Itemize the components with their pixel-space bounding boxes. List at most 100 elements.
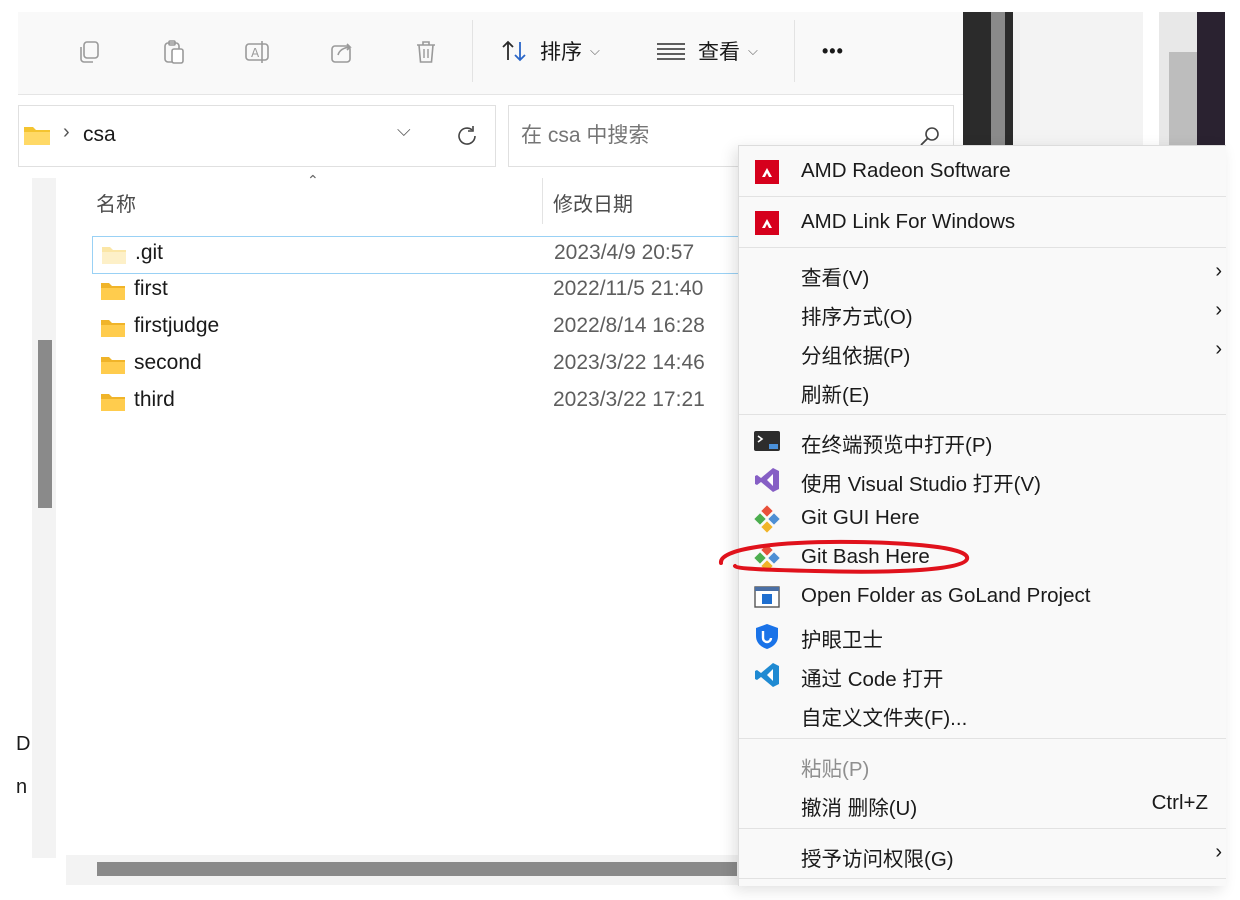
file-row-second[interactable]: second 2023/3/22 14:46 (92, 347, 742, 383)
file-row-firstjudge[interactable]: firstjudge 2022/8/14 16:28 (92, 310, 742, 346)
breadcrumb-separator: › (63, 121, 70, 143)
folder-icon (101, 357, 125, 374)
menu-item-label: Open Folder as GoLand Project (801, 584, 1091, 607)
sort-label: 排序 (540, 41, 582, 64)
menu-item-label: 粘贴(P) (801, 758, 870, 781)
nav-fragment-text: n (16, 776, 28, 798)
visual-studio-icon (755, 468, 779, 492)
menu-item-open-goland[interactable]: Open Folder as GoLand Project (739, 577, 1226, 615)
chevron-down-icon: ⌵ (590, 43, 600, 58)
file-date: 2022/8/14 16:28 (553, 314, 705, 337)
amd-icon (755, 160, 779, 184)
chevron-right-icon: › (1215, 338, 1222, 360)
file-name: third (134, 388, 175, 411)
menu-item-label: 排序方式(O) (801, 306, 913, 329)
amd-icon (755, 211, 779, 235)
chevron-right-icon: › (1215, 260, 1222, 282)
view-button[interactable]: 查看 ⌵ (656, 34, 758, 68)
menu-item-undo-delete[interactable]: 撤消 删除(U) Ctrl+Z (739, 784, 1226, 822)
copy-icon[interactable] (70, 32, 110, 72)
menu-item-refresh[interactable]: 刷新(E) (739, 371, 1226, 409)
chevron-right-icon: › (1215, 841, 1222, 863)
shield-icon (756, 624, 778, 649)
menu-item-shortcut: Ctrl+Z (1151, 791, 1208, 814)
menu-item-label: Git GUI Here (801, 506, 920, 529)
navigation-pane (32, 178, 56, 858)
folder-icon (101, 320, 125, 337)
folder-icon (101, 394, 125, 411)
chevron-down-icon[interactable]: ⌵ (397, 120, 411, 141)
menu-item-label: 撤消 删除(U) (801, 797, 918, 820)
chevron-down-icon: ⌵ (748, 43, 758, 58)
share-icon[interactable] (322, 32, 362, 72)
command-bar: A 排序 ⌵ 查看 ⌵ ••• (18, 12, 963, 95)
file-date: 2023/3/22 17:21 (553, 388, 705, 411)
file-row-git[interactable]: .git 2023/4/9 20:57 (92, 236, 744, 274)
nav-fragment-text: D (16, 733, 31, 755)
folder-icon (24, 127, 50, 145)
menu-item-label: 刷新(E) (801, 384, 870, 407)
menu-item-eye-guard[interactable]: 护眼卫士 (739, 616, 1226, 654)
paste-icon[interactable] (154, 32, 194, 72)
context-menu: AMD Radeon Software AMD Link For Windows… (738, 145, 1226, 886)
file-name: .git (135, 241, 164, 264)
menu-item-open-with-code[interactable]: 通过 Code 打开 (739, 655, 1226, 693)
more-label: ••• (822, 40, 844, 61)
menu-item-git-bash[interactable]: Git Bash Here (739, 538, 1226, 576)
file-name: second (134, 351, 202, 374)
file-date: 2023/3/22 14:46 (553, 351, 705, 374)
menu-item-sort-by[interactable]: 排序方式(O) › (739, 293, 1226, 331)
vscode-icon (755, 663, 779, 687)
menu-item-git-gui[interactable]: Git GUI Here (739, 499, 1226, 537)
delete-icon[interactable] (406, 32, 446, 72)
sort-button[interactable]: 排序 ⌵ (500, 34, 600, 68)
menu-item-label: 查看(V) (801, 267, 870, 290)
menu-item-amd-radeon-software[interactable]: AMD Radeon Software (739, 152, 1226, 190)
menu-item-label: 在终端预览中打开(P) (801, 434, 993, 457)
menu-item-label: 护眼卫士 (801, 629, 883, 652)
goland-icon (754, 586, 780, 608)
rename-icon[interactable]: A (238, 32, 278, 72)
menu-item-label: 通过 Code 打开 (801, 668, 944, 691)
menu-item-label: AMD Radeon Software (801, 159, 1011, 182)
sort-icon (502, 40, 526, 62)
git-icon (754, 544, 780, 572)
file-date: 2023/4/9 20:57 (554, 241, 695, 264)
column-header-modified[interactable]: 修改日期 (553, 188, 633, 217)
file-row-third[interactable]: third 2023/3/22 17:21 (92, 384, 742, 420)
menu-item-customize-folder[interactable]: 自定义文件夹(F)... (739, 694, 1226, 732)
menu-item-label: 使用 Visual Studio 打开(V) (801, 473, 1042, 496)
menu-item-view[interactable]: 查看(V) › (739, 254, 1226, 292)
file-date: 2022/11/5 21:40 (553, 277, 704, 300)
menu-item-label: AMD Link For Windows (801, 210, 1016, 233)
navigation-scrollbar-thumb[interactable] (38, 340, 52, 508)
menu-item-label: 分组依据(P) (801, 345, 911, 368)
file-name: first (134, 277, 168, 300)
view-icon (657, 43, 685, 60)
menu-item-group-by[interactable]: 分组依据(P) › (739, 332, 1226, 370)
folder-icon (101, 283, 125, 300)
column-header-name[interactable]: 名称 (96, 188, 136, 217)
refresh-icon[interactable] (455, 124, 479, 148)
breadcrumb-item-csa[interactable]: csa (83, 123, 116, 147)
git-icon (754, 505, 780, 533)
chevron-right-icon: › (1215, 299, 1222, 321)
menu-item-open-visual-studio[interactable]: 使用 Visual Studio 打开(V) (739, 460, 1226, 498)
menu-item-label: Git Bash Here (801, 545, 930, 568)
more-options-button[interactable]: ••• (822, 34, 844, 68)
menu-item-open-in-terminal[interactable]: 在终端预览中打开(P) (739, 421, 1226, 459)
menu-item-paste: 粘贴(P) (739, 745, 1226, 783)
menu-item-grant-access[interactable]: 授予访问权限(G) › (739, 835, 1226, 873)
view-label: 查看 (698, 41, 740, 64)
menu-item-label: 自定义文件夹(F)... (801, 707, 968, 730)
svg-text:A: A (251, 46, 260, 60)
menu-item-label: 授予访问权限(G) (801, 848, 954, 871)
horizontal-scrollbar-thumb[interactable] (97, 862, 737, 876)
sort-ascending-icon: ⌃ (307, 172, 319, 188)
address-bar[interactable]: › csa ⌵ (18, 105, 496, 167)
terminal-icon (754, 431, 780, 451)
menu-item-amd-link[interactable]: AMD Link For Windows (739, 203, 1226, 241)
file-row-first[interactable]: first 2022/11/5 21:40 (92, 273, 742, 309)
folder-icon (102, 247, 126, 264)
file-name: firstjudge (134, 314, 220, 337)
